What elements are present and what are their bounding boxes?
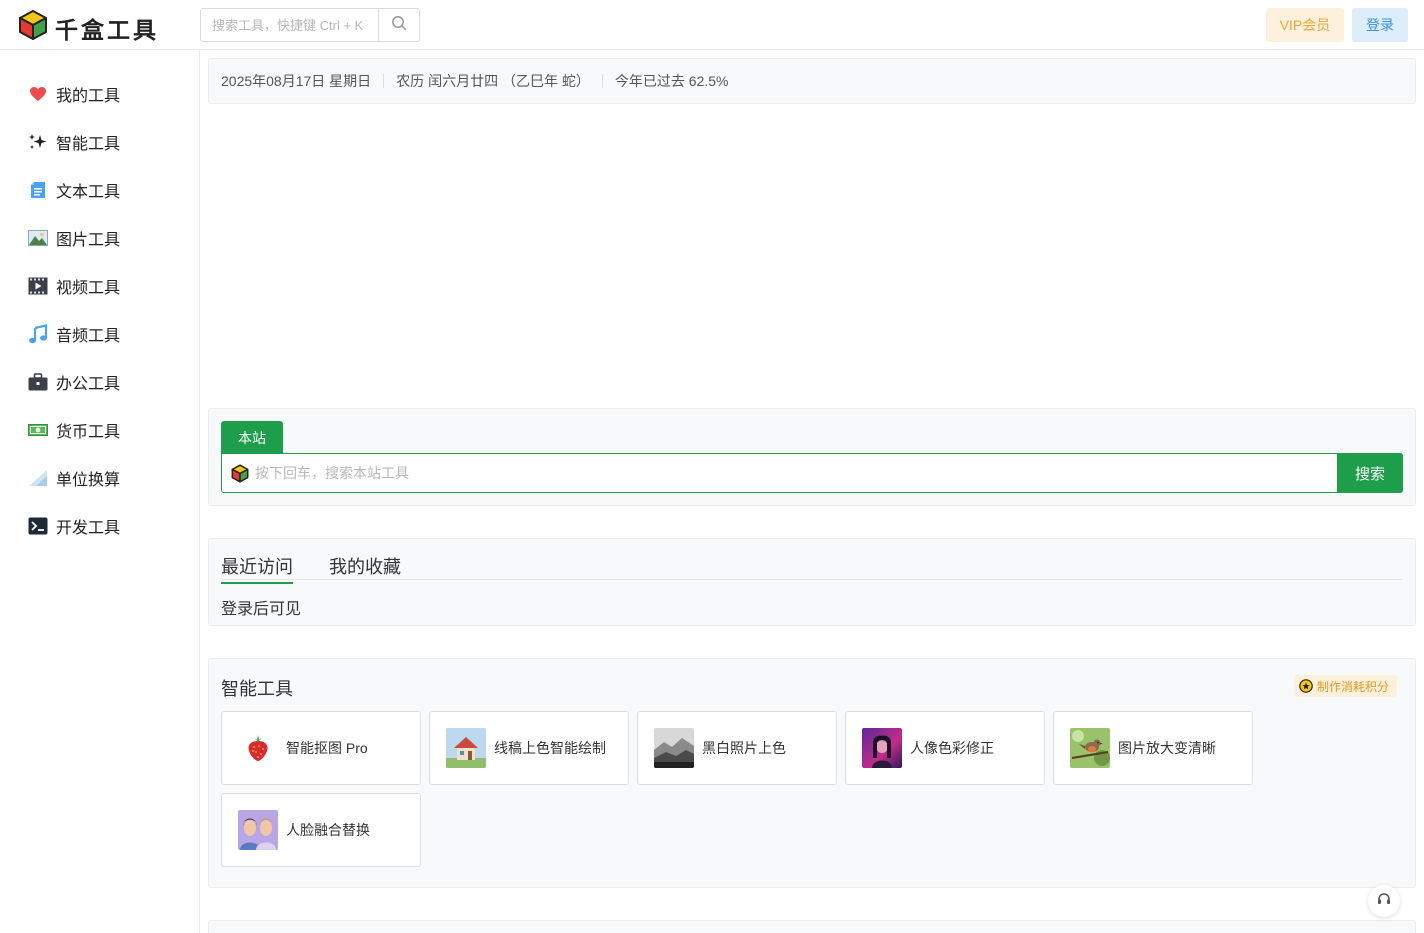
banknote-icon	[28, 420, 48, 440]
cube-logo-icon	[18, 9, 48, 46]
document-icon	[28, 180, 48, 200]
tool-name: 人像色彩修正	[910, 740, 994, 756]
section-title: 智能工具	[221, 679, 293, 699]
tab-my-favorites[interactable]: 我的收藏	[329, 553, 401, 582]
sidebar-item-dev-tools[interactable]: 开发工具	[28, 511, 120, 541]
sidebar-item-label: 我的工具	[56, 88, 121, 105]
site-search-button[interactable]: 搜索	[1337, 453, 1403, 493]
sidebar-item-currency-tools[interactable]: 货币工具	[28, 415, 120, 445]
tool-card-bw-colorize[interactable]: 黑白照片上色	[637, 711, 837, 785]
date-info-bar: 2025年08月17日 星期日 农历 闰六月廿四 （乙巳年 蛇） 今年已过去 6…	[208, 58, 1416, 104]
tool-card-face-swap[interactable]: 人脸融合替换	[221, 793, 421, 867]
sidebar-item-audio-tools[interactable]: 音频工具	[28, 319, 120, 349]
points-cost-badge: 制作消耗积分	[1294, 675, 1398, 697]
tool-card-lineart-coloring[interactable]: 线稿上色智能绘制	[429, 711, 629, 785]
logo-text: 千盒工具	[55, 16, 159, 43]
terminal-icon	[28, 516, 48, 536]
logo[interactable]: 千盒工具	[18, 9, 159, 46]
sidebar-item-label: 文本工具	[56, 184, 121, 201]
sidebar-item-ai-tools[interactable]: 智能工具	[28, 127, 120, 157]
house-illustration-icon	[446, 728, 486, 768]
music-icon	[28, 324, 48, 344]
tool-card-image-upscale[interactable]: 图片放大变清晰	[1053, 711, 1253, 785]
film-icon	[28, 276, 48, 296]
strawberry-icon	[238, 728, 278, 768]
sidebar-item-label: 办公工具	[56, 376, 121, 393]
tool-name: 线稿上色智能绘制	[494, 740, 606, 756]
sidebar-item-my-tools[interactable]: 我的工具	[28, 79, 120, 109]
sidebar: 我的工具 智能工具 文本工具 图片工具 视频工具 音频工具 办公工具 货币工具 …	[0, 50, 200, 933]
divider	[383, 74, 385, 88]
tab-site-search[interactable]: 本站	[221, 421, 283, 454]
divider	[601, 74, 603, 88]
briefcase-icon	[28, 372, 48, 392]
site-search-input[interactable]	[255, 465, 1337, 481]
sidebar-item-video-tools[interactable]: 视频工具	[28, 271, 120, 301]
tool-name: 图片放大变清晰	[1118, 740, 1216, 756]
portrait-photo-icon	[862, 728, 902, 768]
sidebar-item-label: 图片工具	[56, 232, 121, 249]
cube-logo-icon	[231, 463, 249, 483]
search-icon	[391, 15, 407, 36]
smart-tools-panel: 智能工具 制作消耗积分 智能抠图 Pro 线稿上色智能绘制 黑白照片上色 人像色…	[208, 658, 1416, 888]
sidebar-item-text-tools[interactable]: 文本工具	[28, 175, 120, 205]
tool-card-smart-cutout[interactable]: 智能抠图 Pro	[221, 711, 421, 785]
sidebar-item-label: 智能工具	[56, 136, 121, 153]
site-search-bar: 搜索	[221, 453, 1403, 493]
sidebar-item-label: 开发工具	[56, 520, 121, 537]
sidebar-item-label: 视频工具	[56, 280, 121, 297]
current-date: 2025年08月17日 星期日	[221, 73, 372, 89]
tab-recent-visits[interactable]: 最近访问	[221, 553, 293, 584]
header-search	[200, 8, 420, 42]
coin-icon	[1299, 679, 1313, 693]
tool-name: 黑白照片上色	[702, 740, 786, 756]
sidebar-item-unit-conversion[interactable]: 单位换算	[28, 463, 120, 493]
sidebar-item-office-tools[interactable]: 办公工具	[28, 367, 120, 397]
login-required-note: 登录后可见	[221, 601, 302, 618]
sidebar-item-label: 音频工具	[56, 328, 121, 345]
bird-photo-icon	[1070, 728, 1110, 768]
tool-card-portrait-color-correction[interactable]: 人像色彩修正	[845, 711, 1045, 785]
headset-icon	[1376, 891, 1392, 912]
tool-name: 人脸融合替换	[286, 822, 370, 838]
tool-name: 智能抠图 Pro	[286, 740, 368, 756]
faces-photo-icon	[238, 810, 278, 850]
mountain-photo-icon	[654, 728, 694, 768]
header-search-input[interactable]	[201, 9, 378, 41]
lunar-date: 农历 闰六月廿四 （乙巳年 蛇）	[396, 73, 590, 89]
points-cost-label: 制作消耗积分	[1317, 679, 1390, 694]
next-section-panel	[208, 920, 1416, 933]
sidebar-item-image-tools[interactable]: 图片工具	[28, 223, 120, 253]
site-search-panel: 本站 搜索	[208, 408, 1416, 506]
customer-service-button[interactable]	[1368, 885, 1400, 917]
sidebar-item-label: 单位换算	[56, 472, 121, 489]
recent-favorites-panel: 最近访问 我的收藏 登录后可见	[208, 538, 1416, 626]
heart-icon	[28, 84, 48, 104]
top-header: 千盒工具 VIP会员 登录	[0, 0, 1424, 50]
ruler-icon	[28, 468, 48, 488]
recent-tabs: 最近访问 我的收藏	[221, 553, 1403, 584]
year-progress-text: 今年已过去 62.5%	[614, 73, 729, 89]
login-button[interactable]: 登录	[1352, 8, 1408, 42]
header-search-button[interactable]	[378, 9, 419, 41]
vip-button[interactable]: VIP会员	[1266, 8, 1344, 42]
sparkle-icon	[28, 132, 48, 152]
sidebar-item-label: 货币工具	[56, 424, 121, 441]
image-icon	[28, 228, 48, 248]
